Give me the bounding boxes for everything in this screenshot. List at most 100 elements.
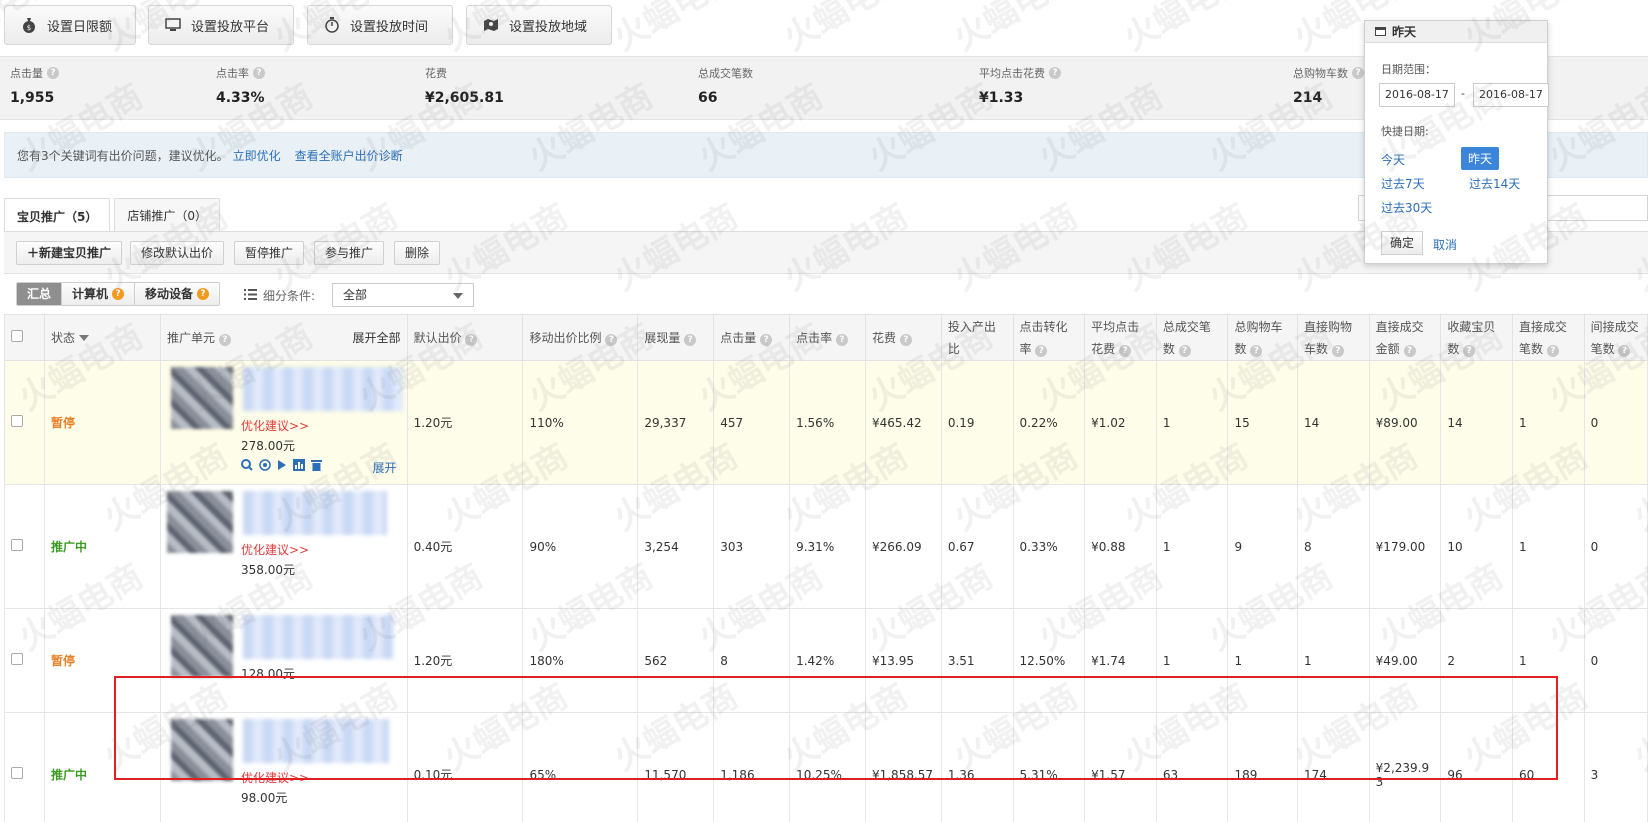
sort-down-icon[interactable] xyxy=(79,335,90,341)
checkbox[interactable] xyxy=(11,539,23,551)
help-icon[interactable]: ? xyxy=(253,67,265,79)
header-direct-amount[interactable]: 直接成交金额 ? xyxy=(1368,314,1442,361)
condition-select[interactable]: 全部 xyxy=(332,283,474,307)
help-icon[interactable]: ? xyxy=(218,333,231,346)
segment-summary[interactable]: 汇总 xyxy=(17,283,63,305)
help-icon[interactable]: ? xyxy=(835,333,848,346)
end-date-input[interactable]: 2016-08-17 xyxy=(1473,83,1549,107)
help-icon[interactable]: ? xyxy=(1352,67,1364,79)
search-icon[interactable] xyxy=(240,459,253,474)
optimize-suggestion-link[interactable]: 优化建议>> xyxy=(241,769,309,786)
optimize-suggestion-link[interactable]: 优化建议>> xyxy=(241,417,309,434)
confirm-button[interactable]: 确定 xyxy=(1381,231,1423,255)
row-bid[interactable]: 1.20元 xyxy=(406,608,524,713)
help-icon[interactable]: ? xyxy=(605,333,618,346)
table-row[interactable]: 暂停 优化建议>> 278.00元 展开 1.20元 110% 29,337 4… xyxy=(3,360,1648,485)
help-icon[interactable]: ? xyxy=(1250,344,1263,357)
item-thumbnail[interactable] xyxy=(170,367,233,429)
join-promo-button[interactable]: 参与推广 xyxy=(314,241,385,265)
globe-icon[interactable] xyxy=(259,459,271,474)
quick-yesterday[interactable]: 昨天 xyxy=(1461,147,1500,170)
optimize-suggestion-link[interactable]: 优化建议>> xyxy=(241,541,309,558)
help-icon[interactable]: ? xyxy=(684,333,697,346)
help-icon[interactable]: ? xyxy=(1178,344,1191,357)
header-ctr[interactable]: 点击率 ? xyxy=(789,314,866,361)
set-daily-budget-button[interactable]: $ 设置日限额 xyxy=(4,5,136,45)
row-bid[interactable]: 1.20元 xyxy=(406,360,524,485)
row-select[interactable] xyxy=(3,360,46,485)
promo-tabs: 宝贝推广（5） 店铺推广（0） xyxy=(4,198,224,233)
header-clicks[interactable]: 点击量 ? xyxy=(713,314,791,361)
quick-last-7-days[interactable]: 过去7天 xyxy=(1381,175,1425,192)
play-icon[interactable] xyxy=(277,459,287,474)
table-row[interactable]: 推广中 优化建议>> 98.00元 0.10元 65% 11,570 1,186… xyxy=(3,712,1648,822)
row-bid[interactable]: 0.40元 xyxy=(406,484,524,609)
delete-button[interactable]: 删除 xyxy=(394,241,441,265)
chart-icon[interactable] xyxy=(292,459,305,474)
header-direct-orders[interactable]: 直接成交笔数 ? xyxy=(1511,314,1585,361)
row-select[interactable] xyxy=(3,608,46,713)
help-icon[interactable]: ? xyxy=(1463,344,1476,357)
item-thumbnail[interactable] xyxy=(166,491,233,553)
date-picker-header[interactable]: 昨天 xyxy=(1365,21,1547,43)
help-icon[interactable]: ? xyxy=(1546,344,1559,357)
account-diagnosis-link[interactable]: 查看全账户出价诊断 xyxy=(295,147,403,164)
cancel-link[interactable]: 取消 xyxy=(1433,236,1457,253)
help-icon[interactable]: ? xyxy=(1403,344,1416,357)
trash-icon[interactable] xyxy=(310,459,322,474)
help-icon[interactable]: ? xyxy=(1331,344,1344,357)
table-row[interactable]: 暂停 128.00元 1.20元 180% 562 8 1.42% ¥13.95… xyxy=(3,608,1648,713)
tab-item-promo[interactable]: 宝贝推广（5） xyxy=(4,198,111,233)
item-thumbnail[interactable] xyxy=(170,719,233,781)
edit-default-bid-button[interactable]: 修改默认出价 xyxy=(130,241,225,265)
checkbox[interactable] xyxy=(11,415,23,427)
start-date-input[interactable]: 2016-08-17 xyxy=(1379,83,1455,107)
header-roi[interactable]: 投入产出比 xyxy=(940,314,1014,361)
help-icon[interactable]: ? xyxy=(760,333,773,346)
row-bid[interactable]: 0.10元 xyxy=(406,712,524,822)
tab-shop-promo[interactable]: 店铺推广（0） xyxy=(114,198,220,232)
header-carts[interactable]: 总购物车数 ? xyxy=(1227,314,1299,361)
set-platform-button[interactable]: 设置投放平台 xyxy=(148,5,294,45)
header-direct-carts[interactable]: 直接购物车数 ? xyxy=(1297,314,1370,361)
set-time-button[interactable]: 设置投放时间 xyxy=(307,5,453,45)
item-thumbnail[interactable] xyxy=(170,615,233,677)
quick-last-30-days[interactable]: 过去30天 xyxy=(1381,199,1432,216)
header-cost[interactable]: 花费 ? xyxy=(864,314,942,361)
header-favs[interactable]: 收藏宝贝数 ? xyxy=(1440,314,1513,361)
expand-link[interactable]: 展开 xyxy=(373,459,397,476)
header-status[interactable]: 状态 xyxy=(44,314,161,361)
row-select[interactable] xyxy=(3,712,46,822)
set-region-button[interactable]: 设置投放地域 xyxy=(466,5,612,45)
header-orders[interactable]: 总成交笔数 ? xyxy=(1155,314,1229,361)
row-select[interactable] xyxy=(3,484,46,609)
item-title-blurred[interactable] xyxy=(242,615,393,659)
segment-mobile[interactable]: 移动设备? xyxy=(135,283,220,305)
item-title-blurred[interactable] xyxy=(242,719,389,763)
help-icon[interactable]: ? xyxy=(1049,67,1061,79)
checkbox[interactable] xyxy=(11,653,23,665)
help-icon[interactable]: ? xyxy=(1119,344,1131,357)
item-title-blurred[interactable] xyxy=(242,491,387,535)
help-icon[interactable]: ? xyxy=(899,333,912,346)
help-icon[interactable]: ? xyxy=(1618,344,1631,357)
quick-today[interactable]: 今天 xyxy=(1381,151,1405,168)
checkbox[interactable] xyxy=(11,767,23,779)
header-cpc[interactable]: 平均点击花费 ? xyxy=(1084,314,1157,361)
header-impressions[interactable]: 展现量 ? xyxy=(637,314,715,361)
quick-last-14-days[interactable]: 过去14天 xyxy=(1469,175,1520,192)
table-row[interactable]: 推广中 优化建议>> 358.00元 0.40元 90% 3,254 303 9… xyxy=(3,484,1648,609)
checkbox[interactable] xyxy=(11,329,23,342)
expand-all-link[interactable]: 展开全部 xyxy=(353,327,401,349)
header-select-all[interactable] xyxy=(3,314,46,361)
item-title-blurred[interactable] xyxy=(242,367,403,411)
header-indirect-orders[interactable]: 间接成交笔数 ? xyxy=(1583,314,1648,361)
help-icon[interactable]: ? xyxy=(1035,344,1048,357)
pause-promo-button[interactable]: 暂停推广 xyxy=(234,241,305,265)
header-cvr[interactable]: 点击转化率 ? xyxy=(1012,314,1086,361)
help-icon[interactable]: ? xyxy=(465,333,478,346)
help-icon[interactable]: ? xyxy=(47,67,59,79)
new-item-promo-button[interactable]: ＋新建宝贝推广 xyxy=(16,241,123,265)
segment-computer[interactable]: 计算机? xyxy=(62,283,136,305)
optimize-now-link[interactable]: 立即优化 xyxy=(233,147,281,164)
